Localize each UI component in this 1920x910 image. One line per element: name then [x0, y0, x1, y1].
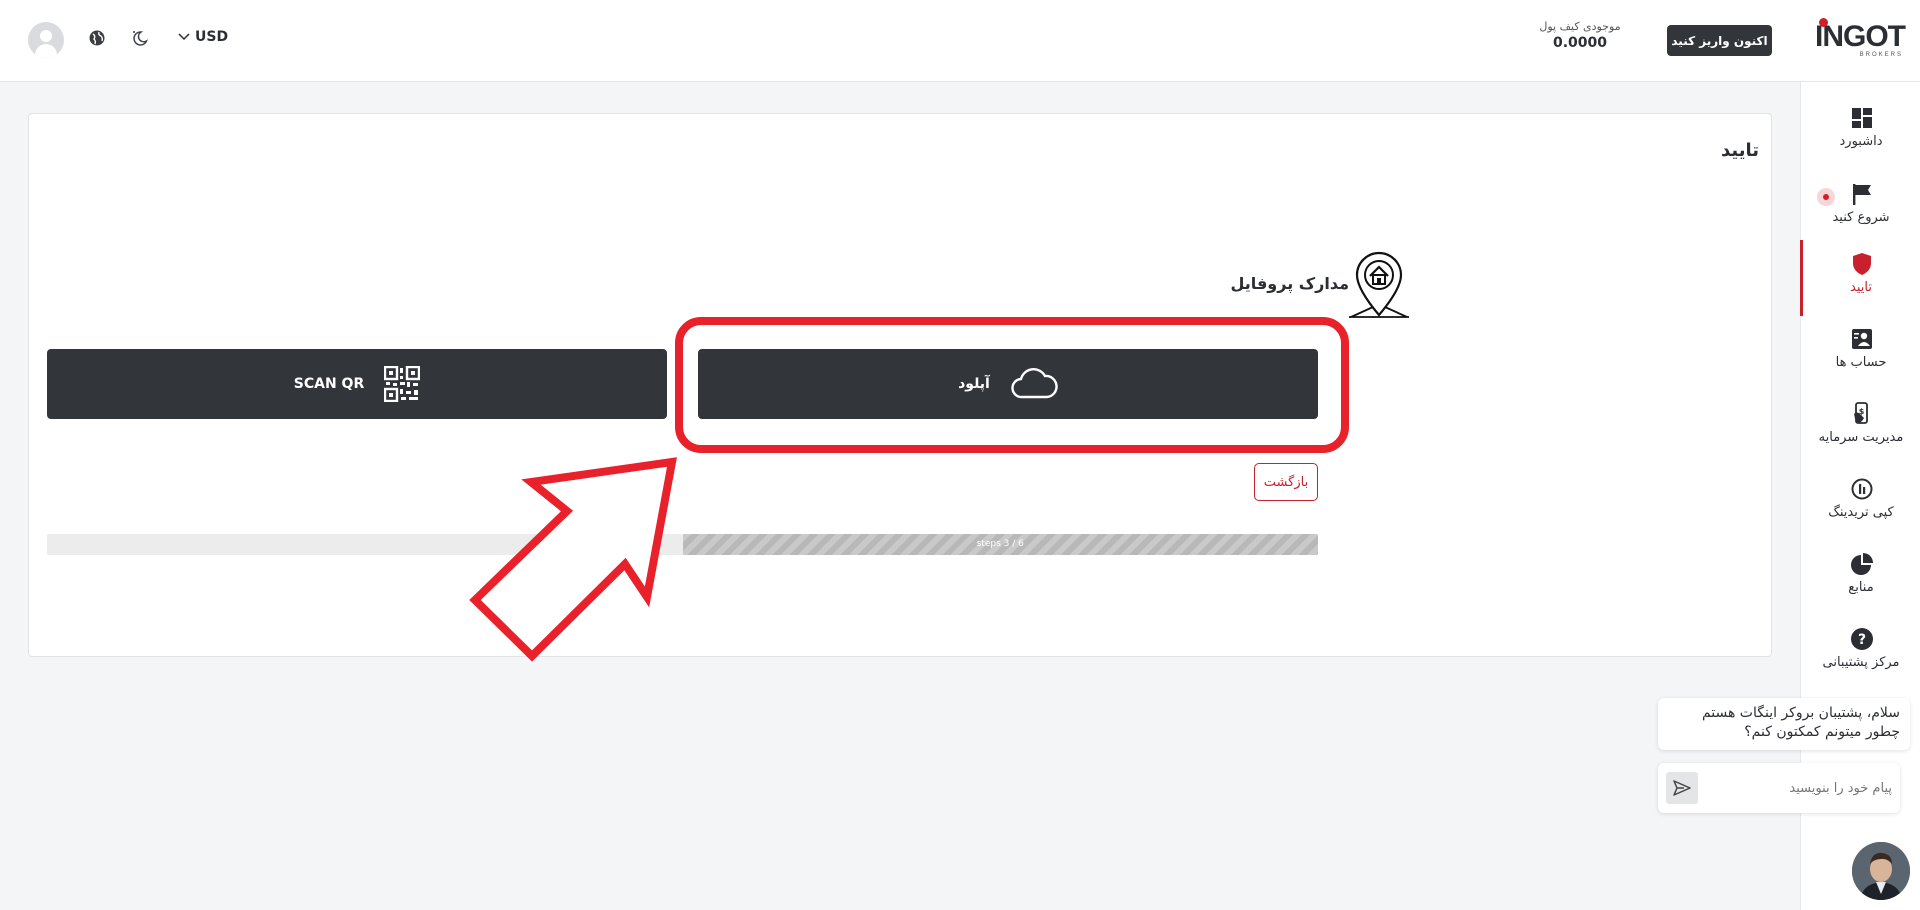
chat-message: سلام، پشتیبان بروکر اینگات هستم چطور میت… — [1658, 698, 1910, 750]
send-icon — [1673, 780, 1691, 796]
verification-card: تایید مدارک پروفایل آپلود SCAN QR بازگشت… — [28, 113, 1772, 657]
sidebar-item-get-started[interactable]: شروع کنید — [1801, 170, 1920, 240]
pie-chart-icon — [1851, 553, 1873, 575]
sidebar-item-accounts[interactable]: حساب ها — [1801, 315, 1920, 385]
svg-text:$: $ — [1859, 407, 1865, 416]
wallet-balance: موجودی کیف پول 0.0000 — [1530, 20, 1630, 51]
copy-trading-icon — [1851, 478, 1873, 500]
upload-label: آپلود — [958, 376, 990, 392]
sidebar-item-copy-trading[interactable]: کپی تریدینگ — [1801, 465, 1920, 535]
back-button[interactable]: بازگشت — [1254, 463, 1318, 501]
chat-input-box — [1658, 763, 1900, 813]
sidebar-item-resources[interactable]: منابع — [1801, 540, 1920, 610]
sidebar-item-dashboard[interactable]: داشبورد — [1801, 94, 1920, 164]
sidebar-item-label: تایید — [1850, 280, 1872, 295]
chat-input[interactable] — [1706, 773, 1892, 803]
accounts-icon — [1852, 329, 1872, 349]
upload-button[interactable]: آپلود — [698, 349, 1318, 419]
sidebar-item-verification[interactable]: تایید — [1800, 240, 1920, 316]
flag-icon — [1853, 184, 1871, 205]
sidebar-item-money-management[interactable]: $ مدیریت سرمایه — [1801, 390, 1920, 460]
notification-dot — [1817, 188, 1835, 206]
money-management-icon: $ — [1854, 402, 1868, 424]
qr-code-icon — [384, 366, 421, 402]
ingot-logo[interactable]: INGOT BROKERS — [1815, 18, 1906, 58]
logo-text: INGOT — [1815, 20, 1906, 53]
shield-icon — [1853, 253, 1871, 275]
scan-qr-label: SCAN QR — [293, 376, 365, 392]
sidebar-item-support-center[interactable]: ? مرکز پشتیبانی — [1801, 615, 1920, 685]
wallet-label: موجودی کیف پول — [1539, 20, 1621, 33]
send-button[interactable] — [1666, 772, 1698, 804]
location-home-icon — [1349, 251, 1409, 318]
cloud-icon — [1011, 368, 1058, 399]
user-avatar[interactable] — [28, 22, 64, 58]
agent-photo — [1852, 842, 1910, 900]
question-icon: ? — [1851, 628, 1873, 650]
sidebar-item-label: مرکز پشتیبانی — [1822, 655, 1900, 670]
sidebar-item-label: منابع — [1848, 580, 1874, 595]
section-title: مدارک پروفایل — [1230, 274, 1349, 293]
globe-icon[interactable] — [87, 28, 107, 48]
support-agent-avatar[interactable] — [1852, 842, 1910, 900]
sidebar-item-label: حساب ها — [1835, 355, 1887, 370]
chevron-down-icon — [178, 33, 190, 41]
deposit-button[interactable]: اکنون واریز کنید — [1667, 25, 1772, 56]
page-title: تایید — [1720, 140, 1759, 161]
sidebar-item-label: داشبورد — [1839, 134, 1883, 149]
logo-sub: BROKERS — [1859, 52, 1903, 58]
sidebar-item-label: کپی تریدینگ — [1828, 505, 1894, 520]
sidebar-item-label: شروع کنید — [1832, 210, 1890, 225]
moon-icon[interactable] — [130, 28, 150, 48]
wallet-value: 0.0000 — [1552, 35, 1608, 51]
currency-label: USD — [195, 29, 229, 45]
currency-selector[interactable]: USD — [178, 29, 228, 45]
progress-text: steps 3 / 6 — [976, 539, 1024, 549]
svg-text:?: ? — [1858, 632, 1866, 648]
dashboard-icon — [1852, 108, 1872, 128]
scan-qr-button[interactable]: SCAN QR — [47, 349, 667, 419]
sidebar-item-label: مدیریت سرمایه — [1818, 430, 1904, 445]
steps-progress-bar: steps 3 / 6 — [47, 534, 1318, 555]
top-header: USD موجودی کیف پول 0.0000 اکنون واریز کن… — [0, 0, 1920, 82]
